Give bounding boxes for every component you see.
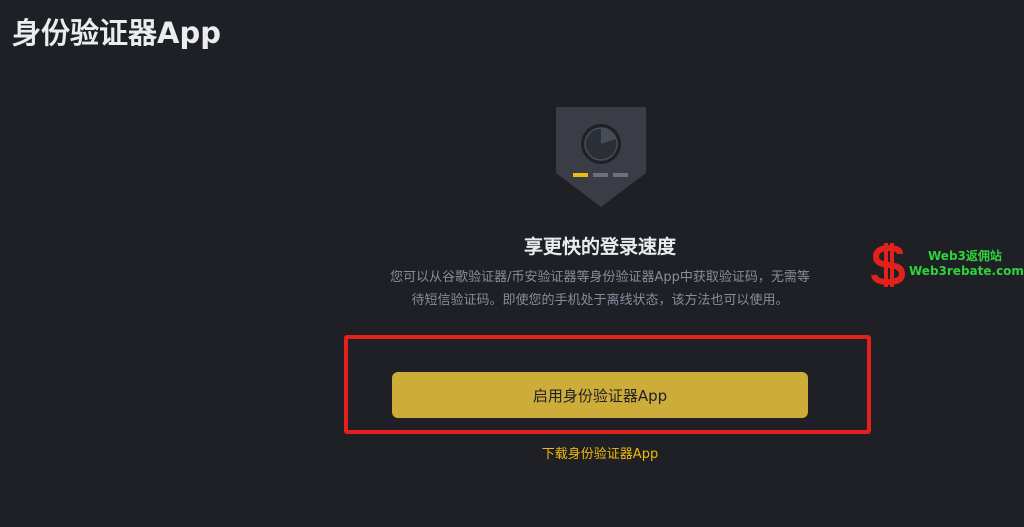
watermark-line1: Web3返佣站: [928, 249, 1002, 263]
step-indicator: [593, 173, 608, 177]
watermark-line2: Web3rebate.com: [909, 264, 1024, 278]
shield-authenticator-icon: [556, 107, 646, 207]
step-indicator: [613, 173, 628, 177]
feature-title: 享更快的登录速度: [523, 236, 676, 258]
step-indicator-active: [573, 173, 588, 177]
authenticator-app-page: 身份验证器App 享更快的登录速度 您可以从谷歌验证器/币安验证器等身份验证器A…: [0, 0, 1024, 527]
page-title: 身份验证器App: [12, 16, 221, 50]
dollar-logo-icon: [871, 243, 906, 287]
enable-authenticator-button[interactable]: 启用身份验证器App: [392, 372, 808, 418]
watermark: Web3返佣站 Web3rebate.com: [870, 243, 1024, 287]
feature-description: 您可以从谷歌验证器/币安验证器等身份验证器App中获取验证码，无需等待短信验证码…: [390, 270, 810, 308]
download-authenticator-link[interactable]: 下载身份验证器App: [450, 443, 750, 462]
